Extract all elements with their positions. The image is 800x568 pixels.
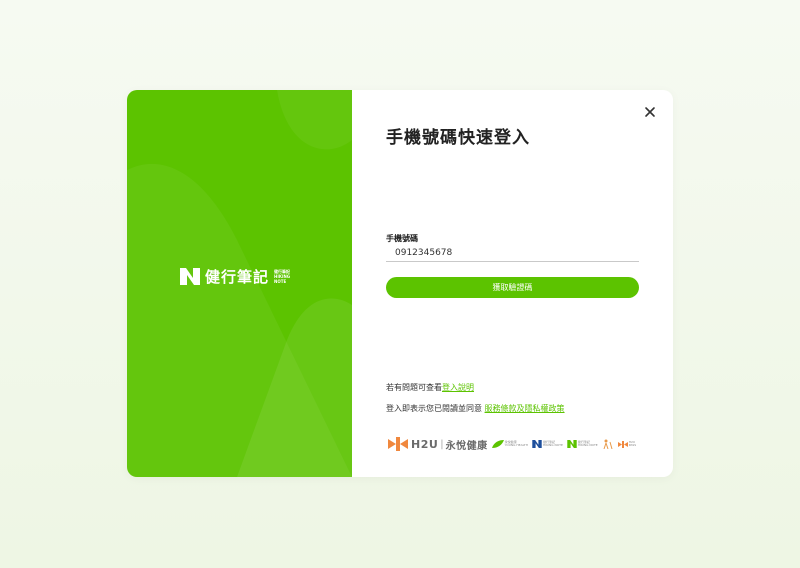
h2u-logo-text: H2U xyxy=(411,437,439,451)
h2u-logo-icon xyxy=(388,437,408,451)
young-health-logo: 永悅健康 YOUNG HEALTH xyxy=(491,440,528,448)
partner-figure-logo xyxy=(602,439,614,449)
brand-name: 健行筆記 xyxy=(205,268,270,286)
terms-text: 登入即表示您已閱讀並同意 服務條款及隱私權政策 xyxy=(386,404,565,413)
phone-label: 手機號碼 xyxy=(386,234,418,243)
partner-separator: | xyxy=(440,438,444,450)
brand-logo: 健行筆記 健行筆記 HIKING NOTE xyxy=(180,266,290,287)
help-text: 若有問題可查看登入說明 xyxy=(386,383,474,392)
h2u-pass-logo: H2U PASS xyxy=(617,440,636,448)
page-title: 手機號碼快速登入 xyxy=(386,128,530,148)
hiking-note-blue-logo: 健行筆記 HIKING NOTE xyxy=(532,440,563,448)
brand-panel: 健行筆記 健行筆記 HIKING NOTE xyxy=(127,90,352,477)
figure-icon xyxy=(603,439,613,449)
partner-logos: H2U | 永悅健康 永悅健康 YOUNG HEALTH 健行筆記 HIKING xyxy=(388,436,636,452)
hiking-note-green-icon xyxy=(567,440,577,448)
get-verification-code-button[interactable]: 獲取驗證碼 xyxy=(386,277,639,298)
login-help-link[interactable]: 登入說明 xyxy=(442,383,474,392)
terms-privacy-link[interactable]: 服務條款及隱私權政策 xyxy=(485,404,565,413)
login-form-panel: 手機號碼快速登入 手機號碼 獲取驗證碼 若有問題可查看登入說明 登入即表示您已閱… xyxy=(352,90,673,477)
login-modal: 健行筆記 健行筆記 HIKING NOTE 手機號碼快速登入 手機號碼 獲取驗證… xyxy=(127,90,673,477)
brand-subtitle: 健行筆記 HIKING NOTE xyxy=(274,269,291,284)
h2u-small-icon xyxy=(617,440,628,448)
hiking-note-green-logo: 健行筆記 HIKING NOTE xyxy=(567,440,598,448)
leaf-icon xyxy=(491,440,504,448)
hiking-note-blue-icon xyxy=(532,440,542,448)
yongyue-logo-text: 永悅健康 xyxy=(445,440,488,452)
phone-input[interactable] xyxy=(386,244,639,262)
close-icon[interactable] xyxy=(642,104,658,120)
hiking-note-logo-icon xyxy=(180,268,200,285)
